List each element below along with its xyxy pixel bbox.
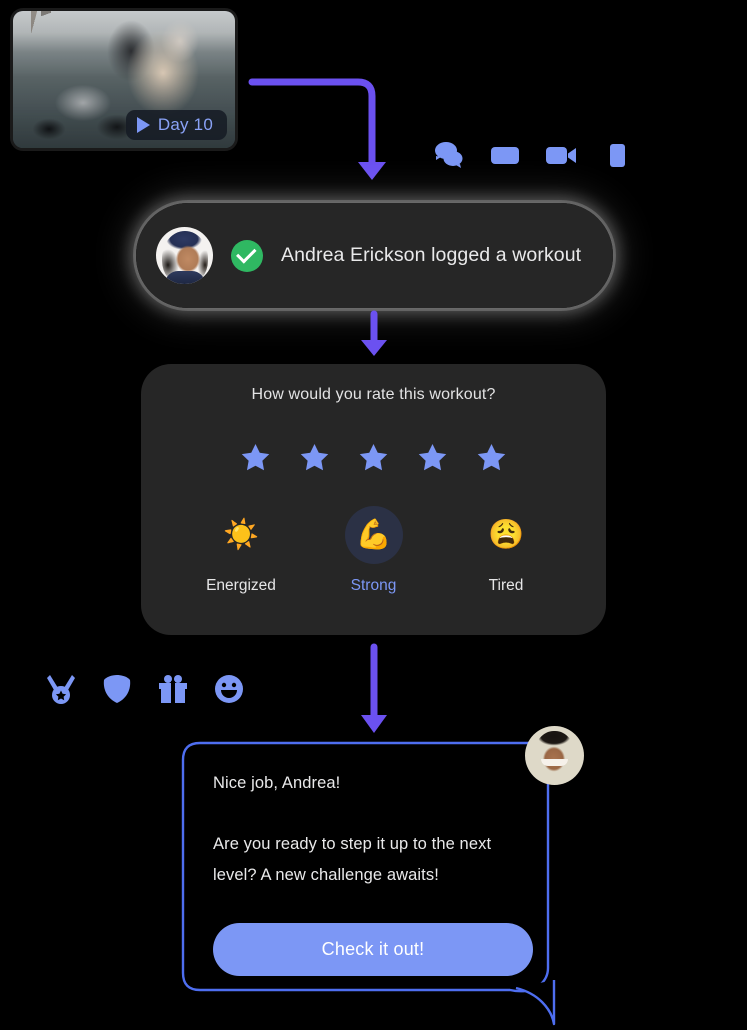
smiley-icon — [215, 675, 243, 703]
video-camera-icon — [546, 147, 576, 164]
chat-bubbles-icon — [435, 142, 463, 168]
bubble-line-1: Nice job, Andrea! — [213, 774, 341, 792]
check-mark — [236, 243, 257, 264]
weary-face-icon: 😩 — [487, 518, 525, 551]
day-badge[interactable]: Day 10 — [125, 110, 227, 140]
star-icon-1[interactable] — [239, 441, 272, 474]
star-icon-3[interactable] — [357, 441, 390, 474]
check-it-out-button[interactable]: Check it out! — [213, 923, 533, 976]
sun-icon: ☀️ — [222, 518, 260, 551]
notification-card[interactable]: Andrea Erickson logged a workout — [136, 203, 613, 308]
gift-icon — [159, 675, 187, 704]
connector-arrow-1 — [361, 310, 387, 356]
badge-icon — [103, 675, 131, 703]
notification-message: Andrea Erickson logged a workout — [281, 244, 582, 266]
avatar — [156, 227, 213, 284]
star-rating[interactable] — [141, 441, 606, 474]
medal-icon — [47, 675, 75, 704]
bubble-line-2: Are you ready to step it up to the next — [213, 835, 492, 853]
mood-selector: ☀️ Energized 💪 Strong 😩 Tired — [141, 474, 606, 595]
avatar — [525, 726, 584, 785]
connector-arrow-elbow — [248, 78, 386, 180]
mood-label-energized: Energized — [206, 577, 276, 594]
bubble-line-3: level? A new challenge awaits! — [213, 866, 439, 884]
star-icon-5[interactable] — [475, 441, 508, 474]
day-badge-label: Day 10 — [157, 115, 213, 134]
rating-title: How would you rate this workout? — [251, 386, 496, 403]
star-icon-4[interactable] — [416, 441, 449, 474]
mood-option-tired[interactable]: 😩 Tired — [450, 506, 562, 595]
canvas: Day 10 Andrea Erickson logged a workout … — [0, 0, 747, 1026]
decor-icon-row-bottom — [44, 672, 246, 706]
phone-icon — [610, 144, 625, 167]
mood-option-strong[interactable]: 💪 Strong — [318, 506, 430, 595]
play-icon — [136, 117, 150, 133]
flexed-bicep-icon: 💪 — [344, 506, 403, 564]
coach-message-bubble: Nice job, Andrea! Are you ready to step … — [180, 726, 584, 1026]
message-card-icon — [491, 147, 519, 164]
mood-label-strong: Strong — [350, 577, 397, 594]
workout-video-thumbnail[interactable]: Day 10 — [13, 11, 235, 148]
check-circle-icon — [231, 239, 263, 272]
rating-card: How would you rate this workout? ☀️ Ener… — [141, 364, 606, 635]
star-icon-2[interactable] — [298, 441, 331, 474]
decor-icon-row-top — [432, 138, 634, 172]
mood-option-energized[interactable]: ☀️ Energized — [185, 506, 297, 595]
mood-label-tired: Tired — [488, 577, 524, 594]
connector-arrow-2 — [361, 643, 387, 733]
bubble-spacer — [213, 799, 538, 829]
